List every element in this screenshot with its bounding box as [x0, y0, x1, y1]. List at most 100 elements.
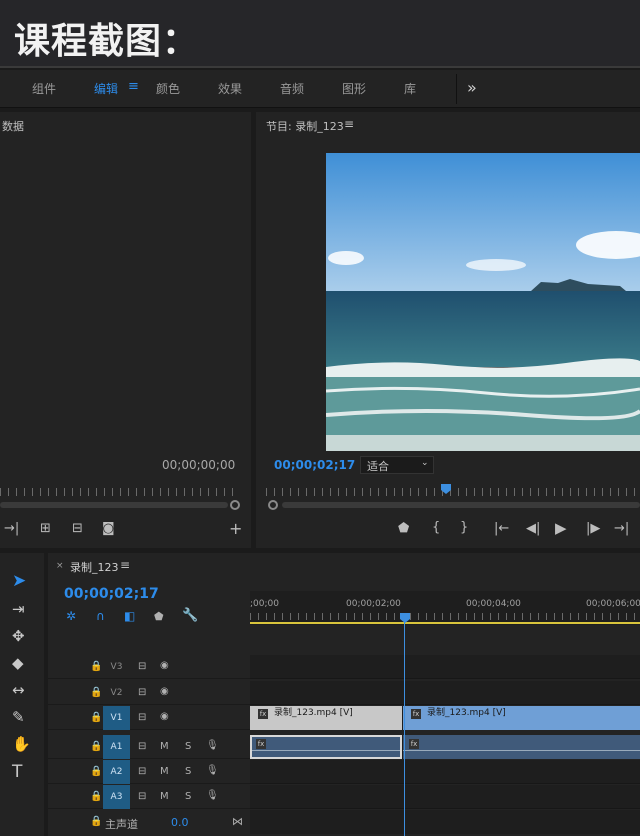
button-editor-plus-icon[interactable]: +: [229, 519, 242, 538]
program-zoom-handle[interactable]: [268, 500, 278, 510]
program-monitor: 节目: 录制_123 ≡ 00;00;02;17 适合 ⌄ ⬟ { } |← ◀…: [256, 112, 640, 548]
microphone-icon[interactable]: 🎙: [206, 740, 219, 751]
source-zoom-scrollbar[interactable]: [0, 502, 228, 508]
go-to-in-icon[interactable]: |←: [494, 521, 509, 536]
tools-panel: ➤ ⇥ ✥ ◆ ↔ ✎ ✋ T: [0, 553, 44, 836]
type-tool-icon[interactable]: T: [12, 762, 22, 782]
master-end-icon[interactable]: ⋈: [232, 815, 243, 828]
more-workspaces-icon[interactable]: »: [467, 78, 477, 97]
program-zoom-scrollbar[interactable]: [282, 502, 640, 508]
solo-button[interactable]: S: [185, 766, 191, 777]
lane-a2[interactable]: [250, 760, 640, 784]
sync-lock-icon[interactable]: ⊟: [138, 766, 146, 777]
step-back-icon[interactable]: ◀|: [526, 521, 540, 536]
wrench-icon[interactable]: 🔧: [182, 608, 198, 623]
nest-icon[interactable]: ✲: [66, 609, 76, 623]
tab-menu-icon[interactable]: ≡: [128, 79, 139, 94]
audio-clip-2[interactable]: fx: [403, 735, 640, 759]
ripple-edit-tool-icon[interactable]: ✥: [12, 627, 25, 645]
tab-graphics[interactable]: 图形: [342, 80, 366, 97]
tab-audio[interactable]: 音频: [280, 80, 304, 97]
lane-a1[interactable]: fx fx: [250, 735, 640, 759]
sync-lock-icon[interactable]: ⊟: [138, 741, 146, 752]
eye-icon[interactable]: ◉: [160, 660, 169, 671]
go-to-out-icon[interactable]: →|: [614, 521, 629, 536]
lane-a3[interactable]: [250, 785, 640, 809]
source-time-ruler[interactable]: [0, 488, 240, 496]
timeline-timecode[interactable]: 00;00;02;17: [64, 586, 159, 602]
timeline-panel: × 录制_123 ≡ 00;00;02;17 ✲ ∩ ◧ ⬟ 🔧 ;00;00 …: [48, 553, 640, 836]
lane-v2[interactable]: [250, 681, 640, 705]
slip-tool-icon[interactable]: ↔: [12, 681, 25, 699]
eye-icon[interactable]: ◉: [160, 711, 169, 722]
lane-v1[interactable]: fx 录制_123.mp4 [V] fx 录制_123.mp4 [V]: [250, 706, 640, 730]
program-timecode[interactable]: 00;00;02;17: [274, 458, 355, 472]
fit-dropdown-value: 适合: [367, 460, 389, 473]
lock-icon[interactable]: 🔒: [90, 741, 102, 752]
lock-icon[interactable]: 🔒: [90, 712, 102, 723]
lock-icon[interactable]: 🔒: [90, 816, 102, 827]
mute-button[interactable]: M: [160, 741, 169, 752]
video-clip-1[interactable]: fx 录制_123.mp4 [V]: [250, 706, 402, 730]
add-marker-icon[interactable]: ⬟: [398, 521, 409, 536]
track-target-v1[interactable]: V1: [103, 706, 130, 730]
play-icon[interactable]: ▶: [555, 519, 567, 537]
tab-edit[interactable]: 编辑: [94, 80, 118, 97]
mark-in-icon[interactable]: {: [432, 520, 440, 535]
lock-icon[interactable]: 🔒: [90, 661, 102, 672]
playhead-line: [404, 621, 405, 836]
tab-libraries[interactable]: 库: [404, 80, 416, 97]
mute-button[interactable]: M: [160, 791, 169, 802]
track-target-a2[interactable]: A2: [103, 760, 130, 784]
tab-color[interactable]: 颜色: [156, 80, 180, 97]
linked-selection-icon[interactable]: ◧: [124, 609, 135, 623]
track-target-a3[interactable]: A3: [103, 785, 130, 809]
lock-icon[interactable]: 🔒: [90, 687, 102, 698]
sync-lock-icon[interactable]: ⊟: [138, 661, 146, 672]
go-to-out-icon[interactable]: →|: [4, 521, 19, 536]
track-target-a1[interactable]: A1: [103, 735, 130, 759]
timeline-ruler[interactable]: ;00;00 00;00;02;00 00;00;04;00 00;00;06;…: [250, 591, 640, 625]
track-target-v3[interactable]: V3: [103, 655, 130, 679]
sync-lock-icon[interactable]: ⊟: [138, 791, 146, 802]
microphone-icon[interactable]: 🎙: [206, 765, 219, 776]
razor-tool-icon[interactable]: ◆: [12, 654, 24, 672]
master-volume[interactable]: 0.0: [171, 816, 189, 829]
audio-clip-1[interactable]: fx: [250, 735, 402, 759]
tab-effects[interactable]: 效果: [218, 80, 242, 97]
overwrite-icon[interactable]: ⊟: [72, 521, 83, 536]
sync-lock-icon[interactable]: ⊟: [138, 687, 146, 698]
timeline-menu-icon[interactable]: ≡: [120, 558, 130, 572]
snap-magnet-icon[interactable]: ∩: [96, 609, 105, 623]
insert-icon[interactable]: ⊞: [40, 521, 51, 536]
track-target-v2[interactable]: V2: [103, 681, 130, 705]
microphone-icon[interactable]: 🎙: [206, 790, 219, 801]
mark-out-icon[interactable]: }: [460, 520, 468, 535]
sequence-tab[interactable]: 录制_123: [70, 559, 119, 575]
solo-button[interactable]: S: [185, 791, 191, 802]
work-area-bar[interactable]: [250, 622, 640, 624]
fx-badge-icon: fx: [258, 709, 268, 719]
solo-button[interactable]: S: [185, 741, 191, 752]
mute-button[interactable]: M: [160, 766, 169, 777]
export-frame-camera-icon[interactable]: ◙: [102, 521, 115, 536]
program-panel-menu-icon[interactable]: ≡: [344, 117, 354, 131]
add-marker-icon[interactable]: ⬟: [154, 610, 164, 623]
close-tab-icon[interactable]: ×: [56, 561, 64, 571]
fit-dropdown[interactable]: 适合 ⌄: [360, 456, 434, 474]
lock-icon[interactable]: 🔒: [90, 791, 102, 802]
eye-icon[interactable]: ◉: [160, 686, 169, 697]
lane-master[interactable]: [250, 810, 640, 834]
hand-tool-icon[interactable]: ✋: [12, 735, 31, 753]
program-time-ruler[interactable]: [266, 488, 640, 496]
video-clip-2[interactable]: fx 录制_123.mp4 [V]: [403, 706, 640, 730]
step-forward-icon[interactable]: |▶: [586, 521, 600, 536]
track-select-tool-icon[interactable]: ⇥: [12, 600, 25, 618]
lane-v3[interactable]: [250, 655, 640, 679]
lock-icon[interactable]: 🔒: [90, 766, 102, 777]
selection-tool-icon[interactable]: ➤: [12, 571, 26, 591]
tab-components[interactable]: 组件: [32, 80, 56, 97]
source-zoom-handle[interactable]: [230, 500, 240, 510]
pen-tool-icon[interactable]: ✎: [12, 708, 25, 726]
sync-lock-icon[interactable]: ⊟: [138, 712, 146, 723]
